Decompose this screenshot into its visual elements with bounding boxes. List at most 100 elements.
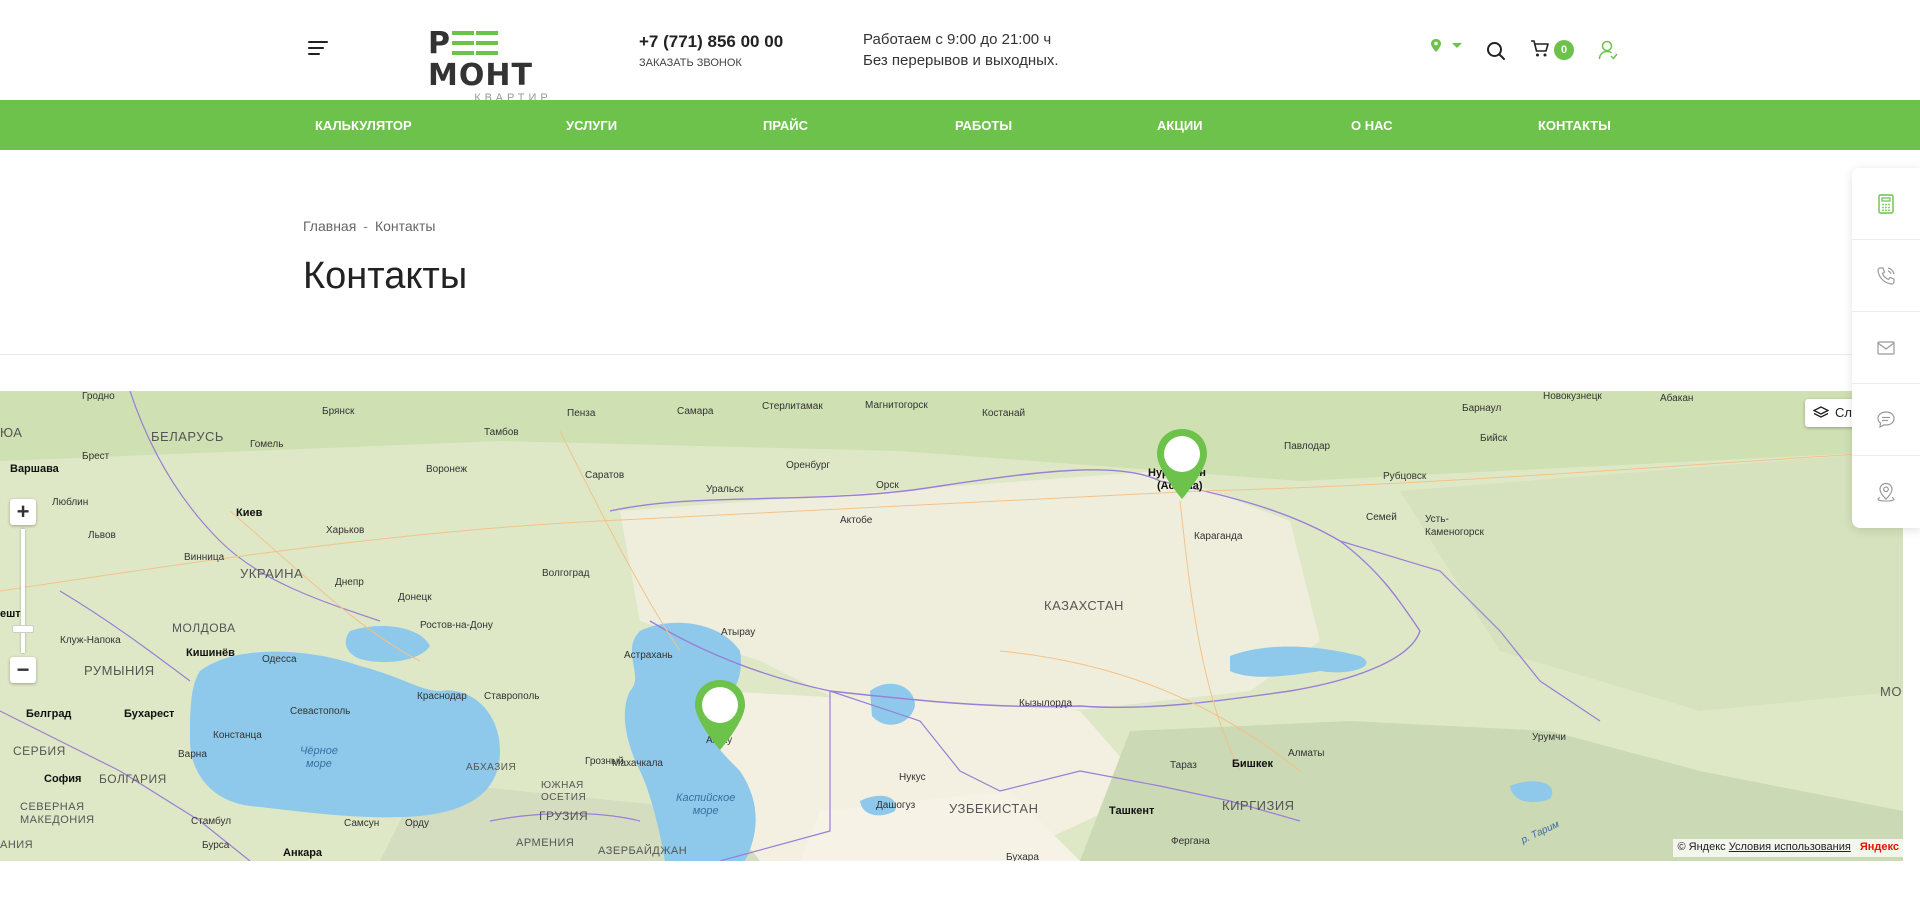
cart-button[interactable]	[1530, 40, 1550, 63]
map-label-city: Бийск	[1480, 433, 1508, 444]
map-layers-label: Сл	[1835, 405, 1852, 420]
zoom-out-button[interactable]: −	[10, 657, 36, 683]
map-label-black-sea: Чёрное море	[300, 745, 338, 770]
map-label-city: Махачкала	[612, 758, 663, 769]
site-header: Р МОНТ КВАРТИР +7 (771) 856 00 00 ЗАКАЗАТ…	[0, 0, 1920, 105]
map-label-city: Новокузнецк	[1543, 391, 1602, 402]
map-zoom-control: + −	[10, 499, 36, 683]
yandex-logo[interactable]: Яндекс	[1860, 841, 1899, 853]
side-location-button[interactable]	[1852, 456, 1920, 528]
zoom-slider[interactable]	[12, 529, 34, 653]
nav-item-calculator[interactable]: КАЛЬКУЛЯТОР	[315, 118, 412, 133]
map-label-city: Самсун	[344, 818, 380, 829]
logo[interactable]: Р МОНТ КВАРТИР	[428, 28, 596, 105]
location-pin-icon	[1431, 39, 1462, 52]
map-label-sofia: София	[44, 773, 82, 785]
nav-item-services[interactable]: УСЛУГИ	[566, 118, 617, 133]
map-label-city: Варна	[178, 749, 207, 760]
map-label-city: Барнаул	[1462, 403, 1502, 414]
search-button[interactable]	[1486, 41, 1506, 66]
hours-line-1: Работаем с 9:00 до 21:00 ч	[863, 31, 1052, 48]
map-label-city: Ставрополь	[484, 691, 540, 702]
map-label-ankara: Анкара	[283, 847, 323, 859]
copyright-text: © Яндекс	[1677, 841, 1726, 853]
phone-icon	[1877, 267, 1895, 285]
contacts-map[interactable]: БЕЛАРУСЬ ЮА УКРАИНА МОЛДОВА РУМЫНИЯ СЕРБ…	[0, 391, 1903, 861]
account-button[interactable]	[1598, 40, 1618, 65]
map-label-city: Павлодар	[1284, 441, 1331, 452]
map-label-city: Дашогуз	[876, 800, 916, 811]
callback-link[interactable]: ЗАКАЗАТЬ ЗВОНОК	[639, 57, 742, 69]
map-label-city: Стерлитамак	[762, 401, 823, 412]
map-marker-aktau[interactable]	[692, 678, 748, 754]
map-pin-icon	[695, 680, 745, 750]
working-hours: Работаем с 9:00 до 21:00 ч Без перерывов…	[863, 29, 1059, 71]
side-panel	[1852, 168, 1920, 528]
map-label-city: Кызылорда	[1019, 698, 1073, 709]
divider	[0, 354, 1920, 355]
breadcrumb-separator: -	[363, 218, 368, 234]
nav-item-works[interactable]: РАБОТЫ	[955, 118, 1012, 133]
map-label-city: Фергана	[1171, 836, 1210, 847]
map-label-city: Орск	[876, 480, 899, 491]
terms-link[interactable]: Условия использования	[1729, 841, 1851, 853]
map-label-city: Саратов	[585, 470, 625, 481]
map-label-city: Стамбул	[191, 816, 232, 827]
breadcrumb-home[interactable]: Главная	[303, 218, 356, 234]
map-label-city: Брест	[82, 451, 110, 462]
user-icon	[1598, 40, 1618, 60]
map-label-city: Гродно	[82, 391, 115, 402]
side-phone-button[interactable]	[1852, 240, 1920, 312]
mail-icon	[1877, 341, 1895, 355]
city-select[interactable]	[1430, 38, 1464, 59]
map-label-mongolia: МО	[1880, 684, 1902, 699]
map-label-city: Винница	[184, 552, 225, 563]
map-label-city: Харьков	[326, 525, 365, 536]
zoom-slider-handle[interactable]	[12, 625, 34, 633]
map-label-city: Астрахань	[624, 650, 673, 661]
side-calculator-button[interactable]	[1852, 168, 1920, 240]
map-label-city: Рубцовск	[1383, 471, 1427, 482]
search-icon	[1487, 42, 1505, 60]
side-chat-button[interactable]	[1852, 384, 1920, 456]
map-label-azerbaijan: АЗЕРБАЙДЖАН	[598, 845, 688, 857]
map-label-city: Костанай	[982, 408, 1026, 419]
map-label-city: Волгоград	[542, 568, 590, 579]
nav-item-about[interactable]: О НАС	[1351, 118, 1393, 133]
map-label-city: Люблин	[52, 497, 89, 508]
map-marker-astana[interactable]	[1154, 427, 1210, 503]
map-label-belarus: БЕЛАРУСЬ	[151, 429, 224, 444]
nav-item-contacts[interactable]: КОНТАКТЫ	[1538, 118, 1611, 133]
breadcrumb-current: Контакты	[374, 218, 436, 234]
map-label-city: Констанца	[213, 730, 262, 741]
map-label-city: Бурса	[202, 840, 230, 851]
map-copyright: © Яндекс Условия использования Яндекс	[1673, 839, 1903, 857]
map-label-kazakhstan: КАЗАХСТАН	[1044, 598, 1124, 613]
chevron-down-icon	[1452, 43, 1462, 48]
map-label-kyrgyzstan: КИРГИЗИЯ	[1222, 798, 1295, 813]
nav-item-price[interactable]: ПРАЙС	[763, 118, 808, 133]
map-label-city: Усть- Каменогорск	[1425, 514, 1484, 538]
map-label-city: Ростов-на-Дону	[420, 620, 493, 631]
phone-number[interactable]: +7 (771) 856 00 00	[639, 32, 783, 52]
map-label-abkhazia: АБХАЗИЯ	[466, 762, 517, 773]
map-label-city: Абакан	[1660, 393, 1694, 404]
map-label-bucharest: Бухарест	[124, 708, 175, 720]
map-label-kiev: Киев	[236, 507, 263, 519]
side-mail-button[interactable]	[1852, 312, 1920, 384]
map-background	[0, 391, 1903, 861]
map-label-city: Атырау	[721, 627, 756, 638]
map-label-city: Нукус	[899, 772, 926, 783]
map-label-uzbekistan: УЗБЕКИСТАН	[949, 801, 1039, 816]
map-label-city: Алматы	[1288, 748, 1325, 759]
nav-item-promotions[interactable]: АКЦИИ	[1157, 118, 1203, 133]
map-label-s-ossetia: ЮЖНАЯ ОСЕТИЯ	[541, 780, 587, 803]
map-label-city: Одесса	[262, 654, 297, 665]
map-label-belgrade: Белград	[26, 708, 72, 720]
menu-icon[interactable]	[308, 41, 328, 55]
map-label-city: Краснодар	[417, 691, 467, 702]
map-label-city: Донецк	[398, 592, 432, 603]
zoom-in-button[interactable]: +	[10, 499, 36, 525]
map-label-city: Тамбов	[484, 427, 519, 438]
map-label-serbia: СЕРБИЯ	[13, 744, 66, 758]
